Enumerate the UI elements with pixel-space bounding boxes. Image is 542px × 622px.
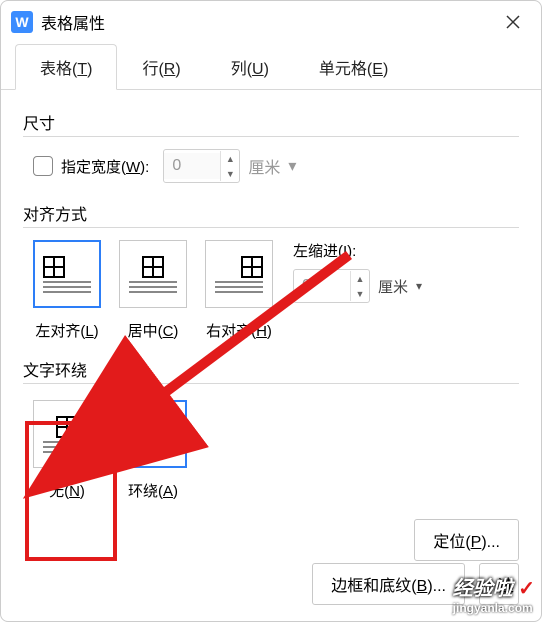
width-up[interactable]: ▲ [221,151,239,166]
table-icon [241,256,263,278]
indent-unit: 厘米 [378,276,408,297]
width-down[interactable]: ▼ [221,166,239,181]
width-spinner[interactable]: ▲ ▼ [163,149,240,183]
indent-label: 左缩进(I): [293,240,422,261]
indent-up[interactable]: ▲ [351,271,369,286]
indent-input[interactable] [294,273,350,299]
table-icon [129,418,151,440]
tab-bar: 表格(T) 行(R) 列(U) 单元格(E) [1,43,541,90]
align-right-option[interactable] [205,240,273,308]
width-input[interactable] [164,153,220,179]
indent-spinner[interactable]: ▲ ▼ [293,269,370,303]
specify-width-checkbox[interactable] [33,156,53,176]
wrap-section-label: 文字环绕 [23,357,519,381]
align-center-label: 居中(C) [128,320,179,341]
tab-row[interactable]: 行(R) [117,44,205,90]
position-button[interactable]: 定位(P)... [414,519,519,561]
table-icon [56,416,78,438]
specify-width-label: 指定宽度(W): [61,156,149,177]
table-icon [142,256,164,278]
align-left-option[interactable] [33,240,101,308]
wrap-none-option[interactable] [33,400,101,468]
options-button-partial[interactable]: 选 [479,563,519,605]
close-icon [505,14,521,30]
align-center-option[interactable] [119,240,187,308]
wrap-around-option[interactable] [119,400,187,468]
align-left-label: 左对齐(L) [35,320,98,341]
width-unit: 厘米 [248,154,280,178]
size-section-label: 尺寸 [23,110,519,134]
app-icon: W [11,11,33,33]
tab-table[interactable]: 表格(T) [15,44,117,90]
borders-shading-button[interactable]: 边框和底纹(B)... [312,563,465,605]
indent-down[interactable]: ▼ [351,286,369,301]
tab-cell[interactable]: 单元格(E) [294,44,413,90]
tab-column[interactable]: 列(U) [206,44,294,90]
wrap-around-label: 环绕(A) [128,480,178,501]
table-icon [43,256,65,278]
close-button[interactable] [495,4,531,40]
alignment-section-label: 对齐方式 [23,201,519,225]
width-unit-arrow: ▾ [288,156,296,176]
window-title: 表格属性 [41,10,495,34]
align-right-label: 右对齐(H) [206,320,272,341]
wrap-none-label: 无(N) [49,480,85,501]
